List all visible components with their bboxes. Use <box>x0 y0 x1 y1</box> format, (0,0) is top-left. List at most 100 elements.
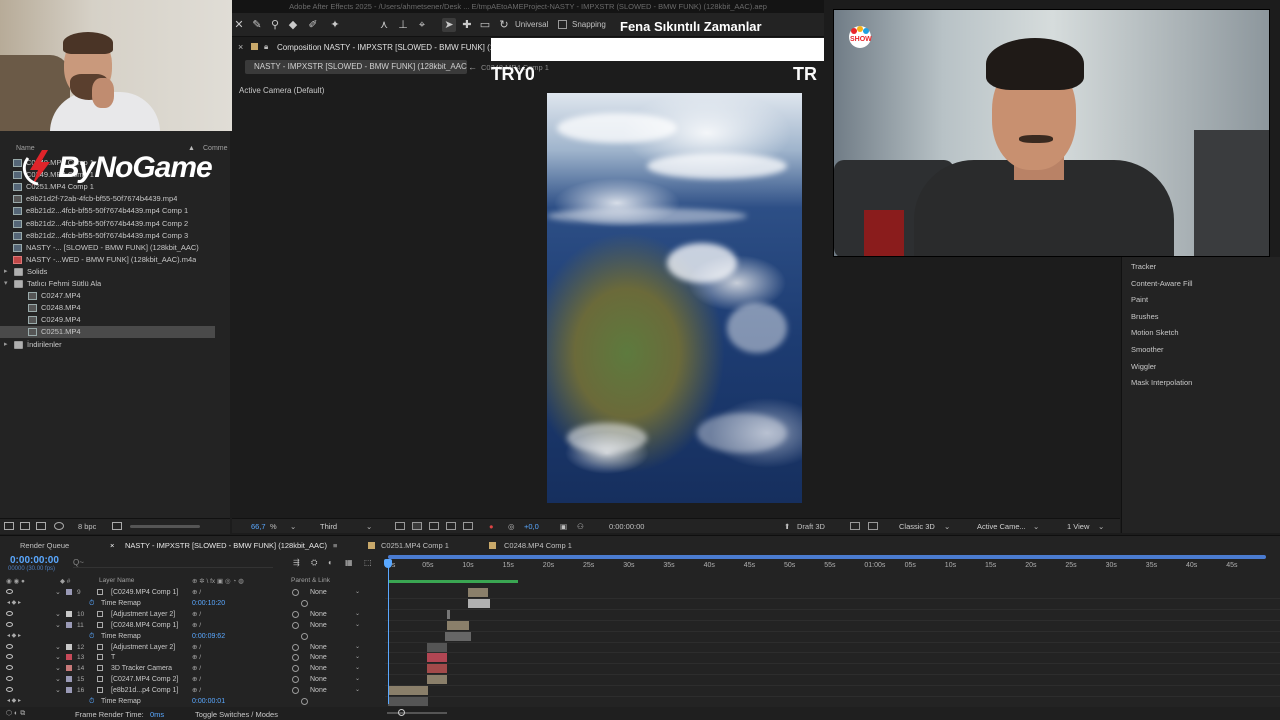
folder-disclosure-icon[interactable]: ▾ <box>4 278 8 290</box>
layer-label-color[interactable] <box>66 665 72 672</box>
time-remap-property[interactable]: ◂ ◆ ▸ ⏱ 0:00:10:20 Time Remap <box>0 598 385 609</box>
selection-tool-icon[interactable]: ➤ <box>442 18 456 32</box>
layer-label-color[interactable] <box>66 589 72 595</box>
chevron-down-icon[interactable]: ⌄ <box>366 522 372 531</box>
exposure-value[interactable]: +0,0 <box>524 522 539 531</box>
layer-clip-bar[interactable] <box>427 653 447 663</box>
visibility-eye-icon[interactable] <box>6 676 13 682</box>
layer-row[interactable]: ⌄ 16 ⊕ / None ⌄ [e8b21d...p4 Comp 1] <box>0 685 385 696</box>
thumbnail-slider[interactable] <box>130 525 200 528</box>
layer-row[interactable]: ⌄ 14 ⊕ / None ⌄ 3D Tracker Camera <box>0 663 385 674</box>
view-camera-select[interactable]: Active Came... <box>977 522 1026 531</box>
layer-name[interactable]: Time Remap <box>101 598 181 609</box>
layer-name[interactable]: [C0248.MP4 Comp 1] <box>111 620 191 631</box>
layer-switches-icon[interactable]: ⊕ / <box>192 587 201 598</box>
local-axis-icon[interactable]: ⌖ <box>415 18 429 32</box>
chevron-down-icon[interactable]: ⌄ <box>290 522 296 531</box>
layer-row[interactable]: ⌄ 9 ⊕ / None ⌄ [C0249.MP4 Comp 1] <box>0 587 385 598</box>
project-item[interactable]: e8b21d2...4fcb-bf55-50f7674b4439.mp4 Com… <box>0 205 230 217</box>
panel-item-brushes[interactable]: Brushes <box>1131 312 1159 321</box>
expression-pickwhip-icon[interactable] <box>301 698 308 705</box>
expression-pickwhip-icon[interactable] <box>301 632 308 640</box>
hand-tool-icon[interactable]: ✚ <box>460 18 474 32</box>
keyframe-navigator-icon[interactable]: ◂ ◆ ▸ <box>7 696 21 707</box>
project-item[interactable]: e8b21d2...4fcb-bf55-50f7674b4439.mp4 Com… <box>0 230 230 242</box>
trash-icon[interactable] <box>112 522 122 530</box>
layer-clip-bar[interactable] <box>427 642 447 652</box>
sub-tab-active[interactable]: NASTY - IMPXSTR [SLOWED - BMW FUNK] (128… <box>245 60 467 74</box>
zoom-slider-thumb[interactable] <box>398 709 405 716</box>
snap-3d-icon[interactable]: ⊥ <box>396 18 410 32</box>
chevron-down-icon[interactable]: ⌄ <box>355 663 360 674</box>
layer-clip-bar[interactable] <box>427 664 447 674</box>
chevron-down-icon[interactable]: ⌄ <box>355 620 360 631</box>
visibility-eye-icon[interactable] <box>6 665 13 671</box>
project-item[interactable]: C0249.MP4 <box>0 314 230 326</box>
layer-disclosure-icon[interactable]: ⌄ <box>55 587 61 598</box>
transparency-grid-icon[interactable] <box>412 522 422 530</box>
parent-pickwhip-icon[interactable] <box>292 665 299 673</box>
layer-disclosure-icon[interactable]: ⌄ <box>55 674 61 685</box>
eraser-tool-icon[interactable]: ◆ <box>286 18 300 32</box>
layer-name[interactable]: Time Remap <box>101 696 181 707</box>
playhead-line[interactable] <box>388 559 389 704</box>
new-folder-icon[interactable] <box>20 522 30 530</box>
layer-disclosure-icon[interactable]: ⌄ <box>55 609 61 620</box>
layer-clip-bar[interactable] <box>447 620 469 630</box>
rectangle-tool-icon[interactable]: ▭ <box>478 18 492 32</box>
align-tool-icon[interactable]: ⋏ <box>377 18 391 32</box>
mask-visibility-icon[interactable] <box>446 522 456 530</box>
parent-pickwhip-icon[interactable] <box>292 610 299 618</box>
close-icon[interactable]: × <box>238 42 243 52</box>
composition-viewer-earth[interactable] <box>547 93 802 503</box>
project-item[interactable]: C0248.MP4 <box>0 302 230 314</box>
extended-viewer-icon[interactable] <box>868 522 878 530</box>
layer-name[interactable]: [Adjustment Layer 2] <box>111 642 191 653</box>
layer-label-color[interactable] <box>66 687 72 694</box>
layer-row[interactable]: ⌄ 11 ⊕ / None ⌄ [C0248.MP4 Comp 1] <box>0 620 385 631</box>
chevron-down-icon[interactable]: ⌄ <box>355 652 360 663</box>
interpret-footage-icon[interactable] <box>4 522 14 530</box>
layer-label-color[interactable] <box>66 610 72 617</box>
layer-clip-bar[interactable] <box>388 686 428 696</box>
layer-switches-icon[interactable]: ⊕ / <box>192 642 201 653</box>
renderer-select[interactable]: Classic 3D <box>899 522 935 531</box>
parent-select[interactable]: None <box>310 587 327 598</box>
layer-clip-bar[interactable] <box>447 609 450 619</box>
layer-name[interactable]: 3D Tracker Camera <box>111 663 191 674</box>
folder-disclosure-icon[interactable]: ▸ <box>4 266 8 278</box>
panel-item-mask-interpolation[interactable]: Mask Interpolation <box>1131 378 1192 387</box>
chevron-down-icon[interactable]: ⌄ <box>1033 522 1039 531</box>
arrow-left-icon[interactable]: ← <box>468 62 477 72</box>
lock-icon[interactable]: 🔒︎ <box>264 42 268 52</box>
draft-3d-label[interactable]: Draft 3D <box>797 522 825 531</box>
layer-name[interactable]: T <box>111 652 191 663</box>
layer-switches-icon[interactable]: ⊕ / <box>192 620 201 631</box>
layer-row[interactable]: ⌄ 13 ⊕ / None ⌄ T <box>0 652 385 663</box>
chevron-down-icon[interactable]: ⌄ <box>944 522 950 531</box>
snapshot-icon[interactable]: ▣ <box>560 522 567 531</box>
composition-tab[interactable]: × 🔒︎ Composition NASTY - IMPXSTR [SLOWED… <box>232 40 492 54</box>
stopwatch-icon[interactable]: ⏱ <box>89 631 94 642</box>
chevron-down-icon[interactable]: ⌄ <box>355 642 360 653</box>
current-timecode[interactable]: 0:00:00:00 <box>609 522 644 531</box>
resolution-select[interactable]: Third <box>320 522 337 531</box>
keyframe-track[interactable] <box>445 631 471 641</box>
layer-clip-bar[interactable] <box>427 675 447 685</box>
panel-item-motion-sketch[interactable]: Motion Sketch <box>1131 328 1179 337</box>
panel-item-wiggler[interactable]: Wiggler <box>1131 362 1156 371</box>
stopwatch-icon[interactable]: ⏱ <box>89 598 94 609</box>
parent-pickwhip-icon[interactable] <box>292 687 299 695</box>
parent-select[interactable]: None <box>310 685 327 696</box>
visibility-eye-icon[interactable] <box>6 687 13 693</box>
pen-tool-icon[interactable]: ✕ <box>232 18 246 32</box>
layer-disclosure-icon[interactable]: ⌄ <box>55 663 61 674</box>
layer-label-color[interactable] <box>66 676 72 683</box>
keyframe-navigator-icon[interactable]: ◂ ◆ ▸ <box>7 631 21 642</box>
folder-disclosure-icon[interactable]: ▸ <box>4 339 8 351</box>
toggle-switches-modes[interactable]: Toggle Switches / Modes <box>195 710 278 719</box>
parent-select[interactable]: None <box>310 642 327 653</box>
chevron-down-icon[interactable]: ⌄ <box>355 587 360 598</box>
parent-select[interactable]: None <box>310 674 327 685</box>
project-item[interactable]: NASTY -... [SLOWED - BMW FUNK] (128kbit_… <box>0 242 230 254</box>
